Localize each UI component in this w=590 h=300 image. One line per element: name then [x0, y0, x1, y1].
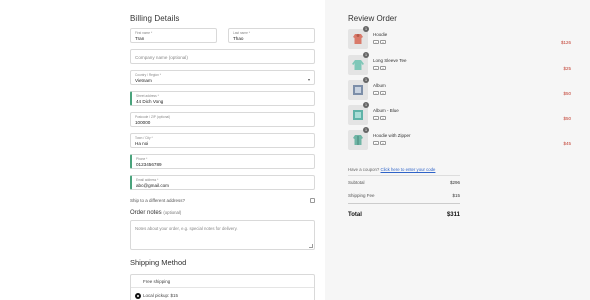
shipping-option-label: Local pickup: $15: [143, 293, 179, 298]
cart-item: 1 Album − + $50: [348, 77, 571, 102]
minus-icon[interactable]: −: [373, 116, 379, 120]
shipping-option-free[interactable]: Free shipping: [131, 275, 314, 288]
billing-heading: Billing Details: [130, 14, 180, 23]
review-order-heading: Review Order: [348, 14, 397, 23]
resize-grip-icon[interactable]: [309, 244, 313, 248]
quantity-badge: 1: [363, 77, 369, 83]
country-select[interactable]: Country / Region * Vietnam ▾: [130, 70, 315, 85]
item-price: $126: [560, 40, 571, 45]
radio-selected-icon[interactable]: [135, 292, 141, 299]
quantity-stepper[interactable]: − +: [373, 116, 386, 120]
order-notes-heading: Order notes (optional): [130, 210, 181, 216]
country-label: Country / Region *: [135, 73, 162, 77]
shipping-method-heading: Shipping Method: [130, 258, 187, 267]
postcode-value: 100000: [135, 119, 151, 125]
phone-label: Phone *: [136, 157, 148, 161]
coupon-link[interactable]: Click here to enter your code: [381, 167, 436, 172]
plus-icon[interactable]: +: [380, 91, 386, 95]
divider: [348, 203, 460, 204]
minus-icon[interactable]: −: [373, 66, 379, 70]
plus-icon[interactable]: +: [380, 141, 386, 145]
quantity-badge: 1: [363, 26, 369, 32]
ship-different-label: Ship to a different address?: [130, 198, 185, 203]
cart-item: 1 Long Sleeve Tee − + $25: [348, 52, 571, 77]
item-name: Hoodie with Zipper: [373, 133, 411, 138]
minus-icon[interactable]: −: [373, 141, 379, 145]
ship-different-checkbox[interactable]: [310, 198, 315, 203]
email-value: abc@gmail.com: [136, 182, 170, 188]
last-name-value: Thao: [233, 35, 244, 41]
cart-item: 1 Hoodie with Zipper − + $45: [348, 127, 571, 152]
company-placeholder: Company name (optional): [135, 55, 188, 60]
item-price: $25: [563, 66, 571, 71]
item-price: $50: [563, 116, 571, 121]
quantity-stepper[interactable]: − +: [373, 91, 386, 95]
street-address-field[interactable]: Street address * 44 Dich Vong: [130, 91, 315, 106]
plus-icon[interactable]: +: [380, 66, 386, 70]
quantity-badge: 1: [363, 102, 369, 108]
shipping-option-label: Free shipping: [143, 279, 171, 284]
cart-item: 1 Hoodie − + $126: [348, 26, 571, 51]
minus-icon[interactable]: −: [373, 91, 379, 95]
shipping-options: Free shipping Local pickup: $15: [130, 274, 315, 300]
quantity-stepper[interactable]: − +: [373, 141, 386, 145]
email-field[interactable]: Email address * abc@gmail.com: [130, 175, 315, 190]
shipping-fee-label: Shipping Fee: [348, 193, 375, 198]
street-address-label: Street address *: [136, 94, 159, 98]
first-name-value: Tran: [135, 35, 145, 41]
plus-icon[interactable]: +: [380, 40, 386, 44]
order-notes-textarea[interactable]: Notes about your order, e.g. special not…: [130, 220, 315, 250]
phone-field[interactable]: Phone * 0123456789: [130, 154, 315, 169]
quantity-badge: 1: [363, 127, 369, 133]
album-icon: [348, 80, 368, 100]
city-label: Town / City *: [135, 136, 153, 140]
hoodie-zipper-icon: [348, 130, 368, 150]
chevron-down-icon: ▾: [307, 77, 310, 82]
street-address-value: 44 Dich Vong: [136, 98, 164, 104]
shipping-fee-value: $15: [452, 193, 460, 198]
plus-icon[interactable]: +: [380, 116, 386, 120]
quantity-stepper[interactable]: − +: [373, 66, 386, 70]
item-price: $45: [563, 141, 571, 146]
last-name-field[interactable]: Last name * Thao: [228, 28, 315, 43]
first-name-label: First name *: [135, 31, 153, 35]
item-price: $50: [563, 91, 571, 96]
quantity-stepper[interactable]: − +: [373, 40, 386, 44]
company-field[interactable]: Company name (optional): [130, 49, 315, 64]
total-value: $311: [446, 212, 460, 218]
coupon-prompt: Have a coupon? Click here to enter your …: [348, 167, 435, 172]
divider: [348, 175, 460, 176]
item-name: Long Sleeve Tee: [373, 58, 407, 63]
hoodie-icon: [348, 29, 368, 49]
postcode-label: Postcode / ZIP (optional): [135, 115, 171, 119]
order-notes-optional: (optional): [163, 210, 182, 215]
long-sleeve-tee-icon: [348, 55, 368, 75]
quantity-badge: 1: [363, 52, 369, 58]
order-notes-placeholder: Notes about your order, e.g. special not…: [135, 226, 238, 231]
email-label: Email address *: [136, 178, 159, 182]
shipping-option-local-pickup[interactable]: Local pickup: $15: [131, 289, 314, 300]
album-blue-icon: [348, 105, 368, 125]
minus-icon[interactable]: −: [373, 40, 379, 44]
cart-item: 1 Album - Blue − + $50: [348, 102, 571, 127]
subtotal-value: $296: [449, 180, 460, 185]
first-name-field[interactable]: First name * Tran: [130, 28, 217, 43]
city-value: Ha noi: [135, 140, 149, 146]
item-name: Album - Blue: [373, 108, 399, 113]
last-name-label: Last name *: [233, 31, 251, 35]
country-value: Vietnam: [135, 77, 152, 83]
item-name: Hoodie: [373, 32, 388, 37]
coupon-text: Have a coupon?: [348, 167, 380, 172]
order-notes-label: Order notes: [130, 210, 162, 216]
city-field[interactable]: Town / City * Ha noi: [130, 133, 315, 148]
review-order-panel: Review Order 1 Hoodie − + $126 1 Long Sle…: [325, 0, 590, 300]
item-name: Album: [373, 83, 386, 88]
phone-value: 0123456789: [136, 161, 162, 167]
total-label: Total: [348, 212, 362, 218]
postcode-field[interactable]: Postcode / ZIP (optional) 100000: [130, 112, 315, 127]
billing-panel: Billing Details First name * Tran Last n…: [0, 0, 325, 300]
subtotal-label: Subtotal: [348, 180, 365, 185]
